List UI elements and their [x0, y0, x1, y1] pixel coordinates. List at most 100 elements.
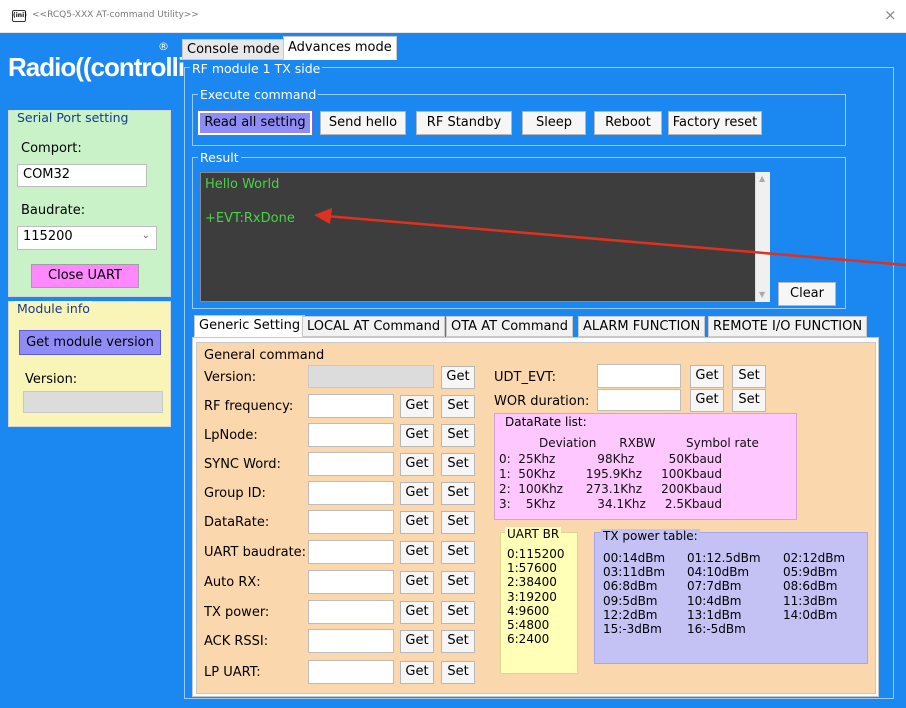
result-label: Result — [198, 150, 241, 165]
datarate-list-row: 3: 5Khz 34.1Khz 2.5Kbaud — [499, 497, 723, 511]
app-icon: (ini) — [12, 10, 27, 22]
auto-rx-field[interactable] — [308, 570, 394, 594]
factory-reset-button[interactable]: Factory reset — [668, 111, 762, 135]
lp-uart-get-button[interactable]: Get — [400, 661, 434, 684]
datarate-get-button[interactable]: Get — [400, 511, 434, 534]
datarate-set-button[interactable]: Set — [441, 511, 475, 534]
wor-duration-set-button[interactable]: Set — [732, 389, 766, 412]
ack-rssi-set-button[interactable]: Set — [441, 630, 475, 653]
lp-uart-field[interactable] — [308, 660, 394, 684]
tab-advances-mode[interactable]: Advances mode — [283, 36, 397, 60]
tx-power-table-title: TX power table: — [601, 529, 700, 543]
tx-power-item: 08:6dBm — [783, 579, 838, 594]
ack-rssi-field[interactable] — [308, 629, 394, 653]
reboot-button[interactable]: Reboot — [594, 111, 662, 135]
tx-power-col-3: 02:12dBm 05:9dBm 08:6dBm 11:3dBm 14:0dBm — [783, 551, 845, 622]
uart-br-item: 0:115200 — [507, 547, 565, 561]
clear-button[interactable]: Clear — [778, 282, 836, 306]
datarate-list-row: 2: 100Khz 273.1Khz 200Kbaud — [499, 482, 723, 496]
sync-word-set-button[interactable]: Set — [441, 453, 475, 476]
rf-frequency-set-button[interactable]: Set — [441, 395, 475, 418]
tx-power-item: 09:5dBm — [603, 593, 658, 608]
tx-power-item: 14:0dBm — [783, 607, 838, 622]
serial-port-label: Serial Port setting — [15, 110, 131, 125]
get-module-version-button[interactable]: Get module version — [19, 330, 161, 355]
auto-rx-get-button[interactable]: Get — [400, 571, 434, 594]
tx-power-item: 04:10dBm — [687, 565, 750, 580]
tx-power-item: 12:2dBm — [603, 607, 658, 622]
send-hello-button[interactable]: Send hello — [320, 111, 406, 135]
scroll-down-icon[interactable]: ▼ — [759, 290, 765, 299]
sync-word-field[interactable] — [308, 452, 394, 476]
auto-rx-set-button[interactable]: Set — [441, 571, 475, 594]
general-command-label: General command — [204, 348, 325, 363]
wor-duration-get-button[interactable]: Get — [690, 389, 724, 412]
tx-power-get-button[interactable]: Get — [400, 601, 434, 624]
tx-power-item: 13:1dBm — [687, 607, 742, 622]
tab-console-mode[interactable]: Console mode — [182, 39, 285, 60]
version-get-button[interactable]: Get — [441, 366, 475, 389]
group-id-set-button[interactable]: Set — [441, 482, 475, 505]
uart-br-item: 1:57600 — [507, 561, 557, 576]
lpnode-label: LpNode: — [204, 428, 258, 443]
rf-frequency-field[interactable] — [308, 394, 394, 418]
version-label: Version: — [25, 372, 78, 387]
tx-power-item: 01:12.5dBm — [687, 551, 761, 565]
tab-local-at-command[interactable]: LOCAL AT Command — [302, 316, 446, 337]
tx-power-field[interactable] — [308, 600, 394, 624]
ack-rssi-get-button[interactable]: Get — [400, 630, 434, 653]
group-id-get-button[interactable]: Get — [400, 482, 434, 505]
read-all-setting-button[interactable]: Read all setting — [197, 110, 313, 136]
wor-duration-field[interactable] — [597, 389, 681, 411]
lp-uart-set-button[interactable]: Set — [441, 661, 475, 684]
datarate-list-row: 1: 50Khz 195.9Khz 100Kbaud — [499, 467, 723, 481]
udt-evt-field[interactable] — [597, 364, 681, 388]
sleep-button[interactable]: Sleep — [522, 111, 586, 135]
version-field — [23, 391, 163, 413]
tx-power-item: 16:-5dBm — [687, 622, 746, 637]
comport-label: Comport: — [21, 141, 82, 156]
lpnode-set-button[interactable]: Set — [441, 424, 475, 447]
annotation-arrow-icon — [314, 208, 906, 267]
datarate-field[interactable] — [308, 510, 394, 534]
comport-field[interactable]: COM32 — [17, 164, 147, 187]
lp-uart-label: LP UART: — [204, 665, 261, 680]
datarate-label: DataRate: — [204, 515, 270, 530]
udt-evt-label: UDT_EVT: — [494, 370, 556, 385]
tab-generic-setting[interactable]: Generic Setting — [194, 315, 306, 337]
close-uart-button[interactable]: Close UART — [31, 264, 139, 288]
tx-power-label: TX power: — [204, 605, 270, 620]
auto-rx-label: Auto RX: — [204, 575, 261, 590]
sync-word-get-button[interactable]: Get — [400, 453, 434, 476]
udt-evt-get-button[interactable]: Get — [690, 365, 724, 388]
version-row-field — [308, 365, 434, 388]
wor-duration-label: WOR duration: — [494, 394, 590, 409]
sync-word-label: SYNC Word: — [204, 457, 281, 472]
uart-baudrate-field[interactable] — [308, 540, 394, 564]
window-title: <<RCQ5-XXX AT-command Utility>> — [32, 10, 199, 20]
scroll-up-icon[interactable]: ▲ — [759, 174, 765, 183]
uart-br-item: 5:4800 — [507, 618, 550, 633]
group-id-field[interactable] — [308, 481, 394, 505]
rf-frequency-get-button[interactable]: Get — [400, 395, 434, 418]
datarate-list-box: DataRate list: Deviation RXBW Symbol rat… — [494, 413, 797, 520]
uart-baudrate-set-button[interactable]: Set — [441, 541, 475, 564]
baudrate-select[interactable]: 115200 ⌄ — [17, 226, 157, 250]
udt-evt-set-button[interactable]: Set — [732, 365, 766, 388]
tx-power-set-button[interactable]: Set — [441, 601, 475, 624]
tab-alarm-function[interactable]: ALARM FUNCTION — [578, 316, 706, 337]
tab-remote-io-function[interactable]: REMOTE I/O FUNCTION — [708, 316, 868, 337]
tx-power-col-2: 01:12.5dBm 04:10dBm 07:7dBm 10:4dBm 13:1… — [687, 551, 761, 636]
radiocontrolli-logo: Radio((controlli — [8, 52, 185, 82]
uart-baudrate-get-button[interactable]: Get — [400, 541, 434, 564]
tx-power-item: 05:9dBm — [783, 565, 838, 580]
close-icon[interactable]: × — [884, 6, 897, 24]
lpnode-field[interactable] — [308, 423, 394, 447]
lpnode-get-button[interactable]: Get — [400, 424, 434, 447]
tx-power-item: 15:-3dBm — [603, 622, 662, 637]
tab-ota-at-command[interactable]: OTA AT Command — [446, 316, 573, 337]
result-line: +EVT:RxDone — [205, 211, 295, 226]
tx-power-table-box: TX power table: 00:14dBm 03:11dBm 06:8dB… — [594, 529, 868, 664]
rf-standby-button[interactable]: RF Standby — [416, 111, 512, 135]
uart-br-item: 4:9600 — [507, 603, 550, 618]
